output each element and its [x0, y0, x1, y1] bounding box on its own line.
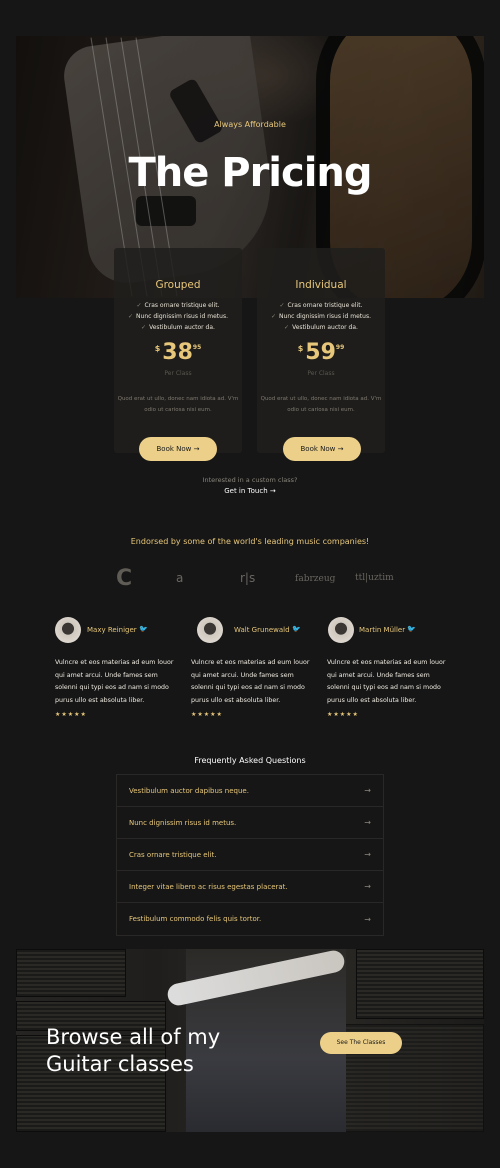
- twitter-icon[interactable]: 🐦: [292, 625, 301, 633]
- plan-feature: ✓ Cras ornare tristique elit.: [279, 302, 363, 309]
- testimonial-name: Martin Müller: [359, 626, 406, 634]
- check-icon: ✓: [279, 302, 285, 309]
- plan-price: $5999: [297, 340, 345, 365]
- star-rating: ★★★★★: [55, 711, 87, 718]
- avatar: [328, 617, 354, 643]
- plan-price: $3895: [154, 340, 202, 365]
- book-now-button[interactable]: Book Now →: [283, 437, 361, 461]
- endorsed-title: Endorsed by some of the world's leading …: [130, 537, 370, 546]
- company-logo: r|s: [240, 571, 256, 585]
- plan-description: Quod erat ut ullo, donec nam idiota ad. …: [117, 396, 239, 413]
- company-logo: fabrzeug: [295, 574, 336, 584]
- testimonial-name: Walt Grunewald: [234, 626, 290, 634]
- check-icon: ✓: [128, 313, 134, 320]
- book-now-button[interactable]: Book Now →: [139, 437, 217, 461]
- plan-feature: ✓ Vestibulum auctor da.: [284, 324, 358, 331]
- see-classes-button[interactable]: See The Classes: [320, 1032, 402, 1054]
- plan-name: Individual: [295, 279, 347, 291]
- arrow-right-icon: →: [193, 445, 200, 453]
- plan-name: Grouped: [155, 279, 201, 291]
- star-rating: ★★★★★: [191, 711, 223, 718]
- arrow-right-icon: →: [364, 786, 371, 795]
- pricing-card-grouped: Grouped ✓ Cras ornare tristique elit. ✓ Nu…: [114, 248, 242, 453]
- plan-feature: ✓ Vestibulum auctor da.: [141, 324, 215, 331]
- arrow-right-icon: →: [364, 882, 371, 891]
- custom-class-question: Interested in a custom class?: [202, 476, 298, 484]
- amplifier: [16, 949, 126, 997]
- arrow-right-icon: →: [364, 850, 371, 859]
- arrow-right-icon: →: [337, 445, 344, 453]
- plan-description: Quod erat ut ullo, donec nam idiota ad. …: [260, 396, 382, 413]
- plan-feature: ✓ Nunc dignissim risus id metus.: [271, 313, 371, 320]
- check-icon: ✓: [284, 324, 290, 331]
- price-unit: Per Class: [164, 370, 192, 377]
- company-logo: C: [116, 566, 133, 591]
- testimonial-name: Maxy Reiniger: [87, 626, 137, 634]
- plan-feature: ✓ Cras ornare tristique elit.: [136, 302, 220, 309]
- check-icon: ✓: [141, 324, 147, 331]
- avatar: [55, 617, 81, 643]
- check-icon: ✓: [136, 302, 142, 309]
- plan-feature: ✓ Nunc dignissim risus id metus.: [128, 313, 228, 320]
- testimonial-quote: Vulncre et eos materias ad eum louor qui…: [55, 659, 174, 704]
- arrow-right-icon: →: [364, 818, 371, 827]
- faq-item[interactable]: Festibulum commodo felis quis tortor. →: [117, 903, 383, 935]
- arrow-right-icon: →: [269, 487, 276, 495]
- company-logo: ttl|uztim: [355, 573, 394, 583]
- price-unit: Per Class: [307, 370, 335, 377]
- hero-subtitle: Always Affordable: [214, 120, 286, 129]
- amplifier: [356, 949, 484, 1019]
- page-title: The Pricing: [128, 150, 372, 196]
- faq-title: Frequently Asked Questions: [194, 756, 306, 765]
- faq-item[interactable]: Vestibulum auctor dapibus neque. →: [117, 775, 383, 807]
- faq-list: Vestibulum auctor dapibus neque. → Nunc d…: [116, 774, 384, 936]
- avatar: [197, 617, 223, 643]
- faq-item[interactable]: Integer vitae libero ac risus egestas pl…: [117, 871, 383, 903]
- star-rating: ★★★★★: [327, 711, 359, 718]
- testimonial-quote: Vulncre et eos materias ad eum louor qui…: [191, 659, 310, 704]
- banner-title: Browse all of my Guitar classes: [46, 1025, 221, 1076]
- faq-item[interactable]: Cras ornare tristique elit. →: [117, 839, 383, 871]
- arrow-right-icon: →: [364, 914, 371, 924]
- pricing-card-individual: Individual ✓ Cras ornare tristique elit. …: [257, 248, 385, 453]
- testimonial-quote: Vulncre et eos materias ad eum louor qui…: [327, 659, 446, 704]
- get-in-touch-link[interactable]: Get in Touch →: [0, 487, 500, 495]
- faq-item[interactable]: Nunc dignissim risus id metus. →: [117, 807, 383, 839]
- twitter-icon[interactable]: 🐦: [407, 625, 416, 633]
- company-logo: a: [176, 571, 184, 585]
- twitter-icon[interactable]: 🐦: [139, 625, 148, 633]
- check-icon: ✓: [271, 313, 277, 320]
